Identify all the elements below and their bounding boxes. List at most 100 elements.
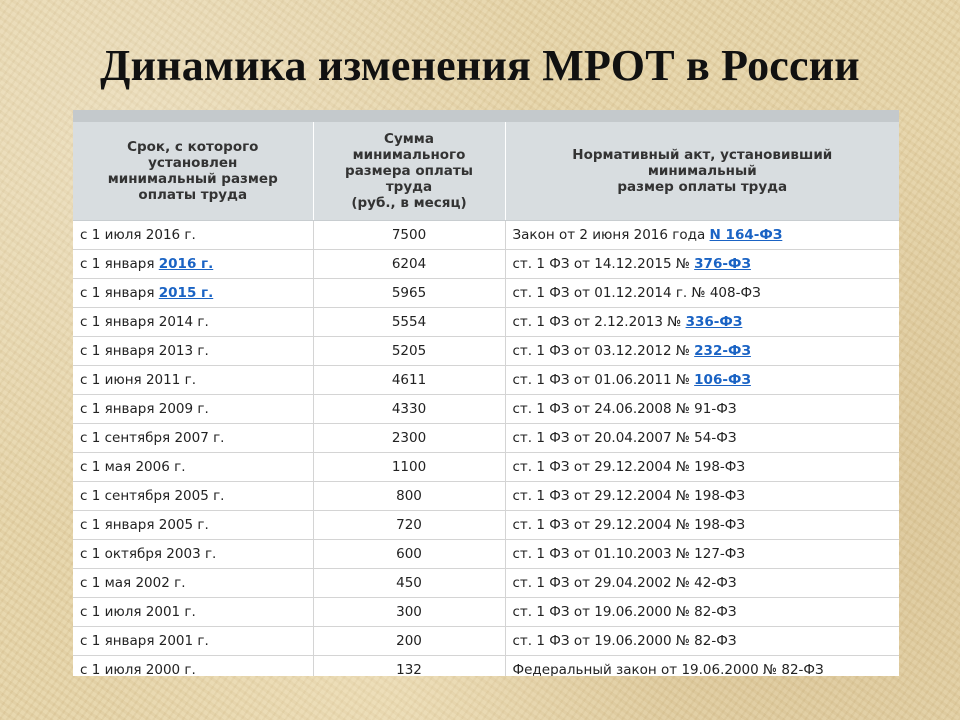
table-row: с 1 января 2014 г. 5554 ст. 1 ФЗ от 2.12.2… <box>73 307 899 337</box>
header-text-line: установлен <box>148 155 238 171</box>
date-cell: с 1 января 2005 г. <box>73 510 314 540</box>
date-cell: с 1 сентября 2005 г. <box>73 481 314 511</box>
sum-cell: 720 <box>313 510 506 540</box>
act-link[interactable]: 232-ФЗ <box>694 343 751 359</box>
header-sum: Сумма минимального размера оплаты труда … <box>313 122 506 221</box>
header-text-line: труда <box>385 179 433 195</box>
table-row: с 1 сентября 2007 г. 2300 ст. 1 ФЗ от 20.0… <box>73 423 899 453</box>
sum-cell: 300 <box>313 597 506 627</box>
header-text-line: минимального <box>352 147 466 163</box>
table-row: с 1 января 2013 г. 5205 ст. 1 ФЗ от 03.12.… <box>73 336 899 366</box>
table-row: с 1 января 2016 г. 6204 ст. 1 ФЗ от 14.12.… <box>73 249 899 279</box>
act-link[interactable]: N 164-ФЗ <box>710 227 783 243</box>
header-act: Нормативный акт, установивший минимальны… <box>505 122 899 221</box>
table-row: с 1 июля 2001 г. 300 ст. 1 ФЗ от 19.06.200… <box>73 597 899 627</box>
act-cell: ст. 1 ФЗ от 19.06.2000 № 82-ФЗ <box>505 597 899 627</box>
act-link[interactable]: 106-ФЗ <box>694 372 751 388</box>
act-text: Федеральный закон от 19.06.2000 № 82-ФЗ <box>512 662 824 676</box>
header-text-line: минимальный размер <box>107 171 278 187</box>
sum-cell: 450 <box>313 568 506 598</box>
mrot-table: Срок, с которого установлен минимальный … <box>73 122 899 676</box>
date-text: с 1 июля 2016 г. <box>80 227 196 243</box>
header-text-line: Срок, с которого <box>127 139 259 155</box>
date-cell: с 1 января 2013 г. <box>73 336 314 366</box>
act-cell: Закон от 2 июня 2016 года N 164-ФЗ <box>505 220 899 250</box>
header-text-line: Сумма <box>384 131 434 147</box>
table-row: с 1 октября 2003 г. 600 ст. 1 ФЗ от 01.10.… <box>73 539 899 569</box>
header-date: Срок, с которого установлен минимальный … <box>73 122 314 221</box>
act-link[interactable]: 376-ФЗ <box>694 256 751 272</box>
act-text: ст. 1 ФЗ от 29.12.2004 № 198-ФЗ <box>512 459 746 475</box>
act-link[interactable]: 336-ФЗ <box>686 314 743 330</box>
table-row: с 1 января 2015 г. 5965 ст. 1 ФЗ от 01.12.… <box>73 278 899 308</box>
header-text-line: оплаты труда <box>138 187 248 203</box>
act-text: ст. 1 ФЗ от 19.06.2000 № 82-ФЗ <box>512 633 737 649</box>
header-text-line: размера оплаты <box>345 163 473 179</box>
act-text: ст. 1 ФЗ от 01.06.2011 № <box>512 372 690 388</box>
date-text: с 1 октября 2003 г. <box>80 546 217 562</box>
date-link[interactable]: 2015 г. <box>159 285 213 301</box>
date-link[interactable]: 2016 г. <box>159 256 213 272</box>
act-text: ст. 1 ФЗ от 29.04.2002 № 42-ФЗ <box>512 575 737 591</box>
date-cell: с 1 мая 2006 г. <box>73 452 314 482</box>
date-text: с 1 сентября 2005 г. <box>80 488 225 504</box>
act-text: ст. 1 ФЗ от 2.12.2013 № <box>512 314 682 330</box>
table-row: с 1 июля 2000 г. 132 Федеральный закон от … <box>73 655 899 676</box>
table-row: с 1 июня 2011 г. 4611 ст. 1 ФЗ от 01.06.20… <box>73 365 899 395</box>
act-text: ст. 1 ФЗ от 14.12.2015 № <box>512 256 690 272</box>
date-text: с 1 января <box>80 285 155 301</box>
sum-cell: 600 <box>313 539 506 569</box>
act-cell: ст. 1 ФЗ от 24.06.2008 № 91-ФЗ <box>505 394 899 424</box>
date-text: с 1 января 2001 г. <box>80 633 209 649</box>
date-cell: с 1 июля 2000 г. <box>73 655 314 676</box>
date-text: с 1 июня 2011 г. <box>80 372 197 388</box>
act-cell: ст. 1 ФЗ от 01.12.2014 г. № 408-ФЗ <box>505 278 899 308</box>
date-text: с 1 января 2009 г. <box>80 401 209 417</box>
date-text: с 1 июля 2000 г. <box>80 662 196 676</box>
table-row: с 1 января 2009 г. 4330 ст. 1 ФЗ от 24.06.… <box>73 394 899 424</box>
date-cell: с 1 января 2014 г. <box>73 307 314 337</box>
act-cell: ст. 1 ФЗ от 03.12.2012 № 232-ФЗ <box>505 336 899 366</box>
date-cell: с 1 января 2009 г. <box>73 394 314 424</box>
date-text: с 1 января 2014 г. <box>80 314 209 330</box>
act-text: ст. 1 ФЗ от 20.04.2007 № 54-ФЗ <box>512 430 737 446</box>
date-text: с 1 июля 2001 г. <box>80 604 196 620</box>
act-cell: ст. 1 ФЗ от 29.12.2004 № 198-ФЗ <box>505 510 899 540</box>
date-cell: с 1 сентября 2007 г. <box>73 423 314 453</box>
date-cell: с 1 января 2016 г. <box>73 249 314 279</box>
act-cell: ст. 1 ФЗ от 29.04.2002 № 42-ФЗ <box>505 568 899 598</box>
header-text-line: (руб., в месяц) <box>351 195 467 211</box>
act-text: ст. 1 ФЗ от 19.06.2000 № 82-ФЗ <box>512 604 737 620</box>
date-cell: с 1 октября 2003 г. <box>73 539 314 569</box>
page-title: Динамика изменения МРОТ в России <box>100 41 860 90</box>
act-cell: ст. 1 ФЗ от 19.06.2000 № 82-ФЗ <box>505 626 899 656</box>
act-cell: ст. 1 ФЗ от 29.12.2004 № 198-ФЗ <box>505 452 899 482</box>
date-cell: с 1 мая 2002 г. <box>73 568 314 598</box>
sum-cell: 5965 <box>313 278 506 308</box>
act-cell: Федеральный закон от 19.06.2000 № 82-ФЗ <box>505 655 899 676</box>
sum-cell: 200 <box>313 626 506 656</box>
date-text: с 1 мая 2006 г. <box>80 459 186 475</box>
sum-cell: 5205 <box>313 336 506 366</box>
sum-cell: 7500 <box>313 220 506 250</box>
table-header-row: Срок, с которого установлен минимальный … <box>73 122 899 221</box>
sum-cell: 1100 <box>313 452 506 482</box>
mrot-table-container: Срок, с которого установлен минимальный … <box>73 110 899 676</box>
act-cell: ст. 1 ФЗ от 2.12.2013 № 336-ФЗ <box>505 307 899 337</box>
date-cell: с 1 июля 2016 г. <box>73 220 314 250</box>
act-text: Закон от 2 июня 2016 года <box>512 227 706 243</box>
sum-cell: 132 <box>313 655 506 676</box>
sum-cell: 5554 <box>313 307 506 337</box>
act-text: ст. 1 ФЗ от 29.12.2004 № 198-ФЗ <box>512 517 746 533</box>
act-text: ст. 1 ФЗ от 29.12.2004 № 198-ФЗ <box>512 488 746 504</box>
header-text-line: минимальный <box>647 163 757 179</box>
sum-cell: 800 <box>313 481 506 511</box>
header-text-line: размер оплаты труда <box>617 179 788 195</box>
act-cell: ст. 1 ФЗ от 01.10.2003 № 127-ФЗ <box>505 539 899 569</box>
date-text: с 1 сентября 2007 г. <box>80 430 225 446</box>
header-text-line: Нормативный акт, установивший <box>572 147 833 163</box>
sum-cell: 6204 <box>313 249 506 279</box>
date-cell: с 1 января 2015 г. <box>73 278 314 308</box>
date-cell: с 1 июля 2001 г. <box>73 597 314 627</box>
sum-cell: 4330 <box>313 394 506 424</box>
